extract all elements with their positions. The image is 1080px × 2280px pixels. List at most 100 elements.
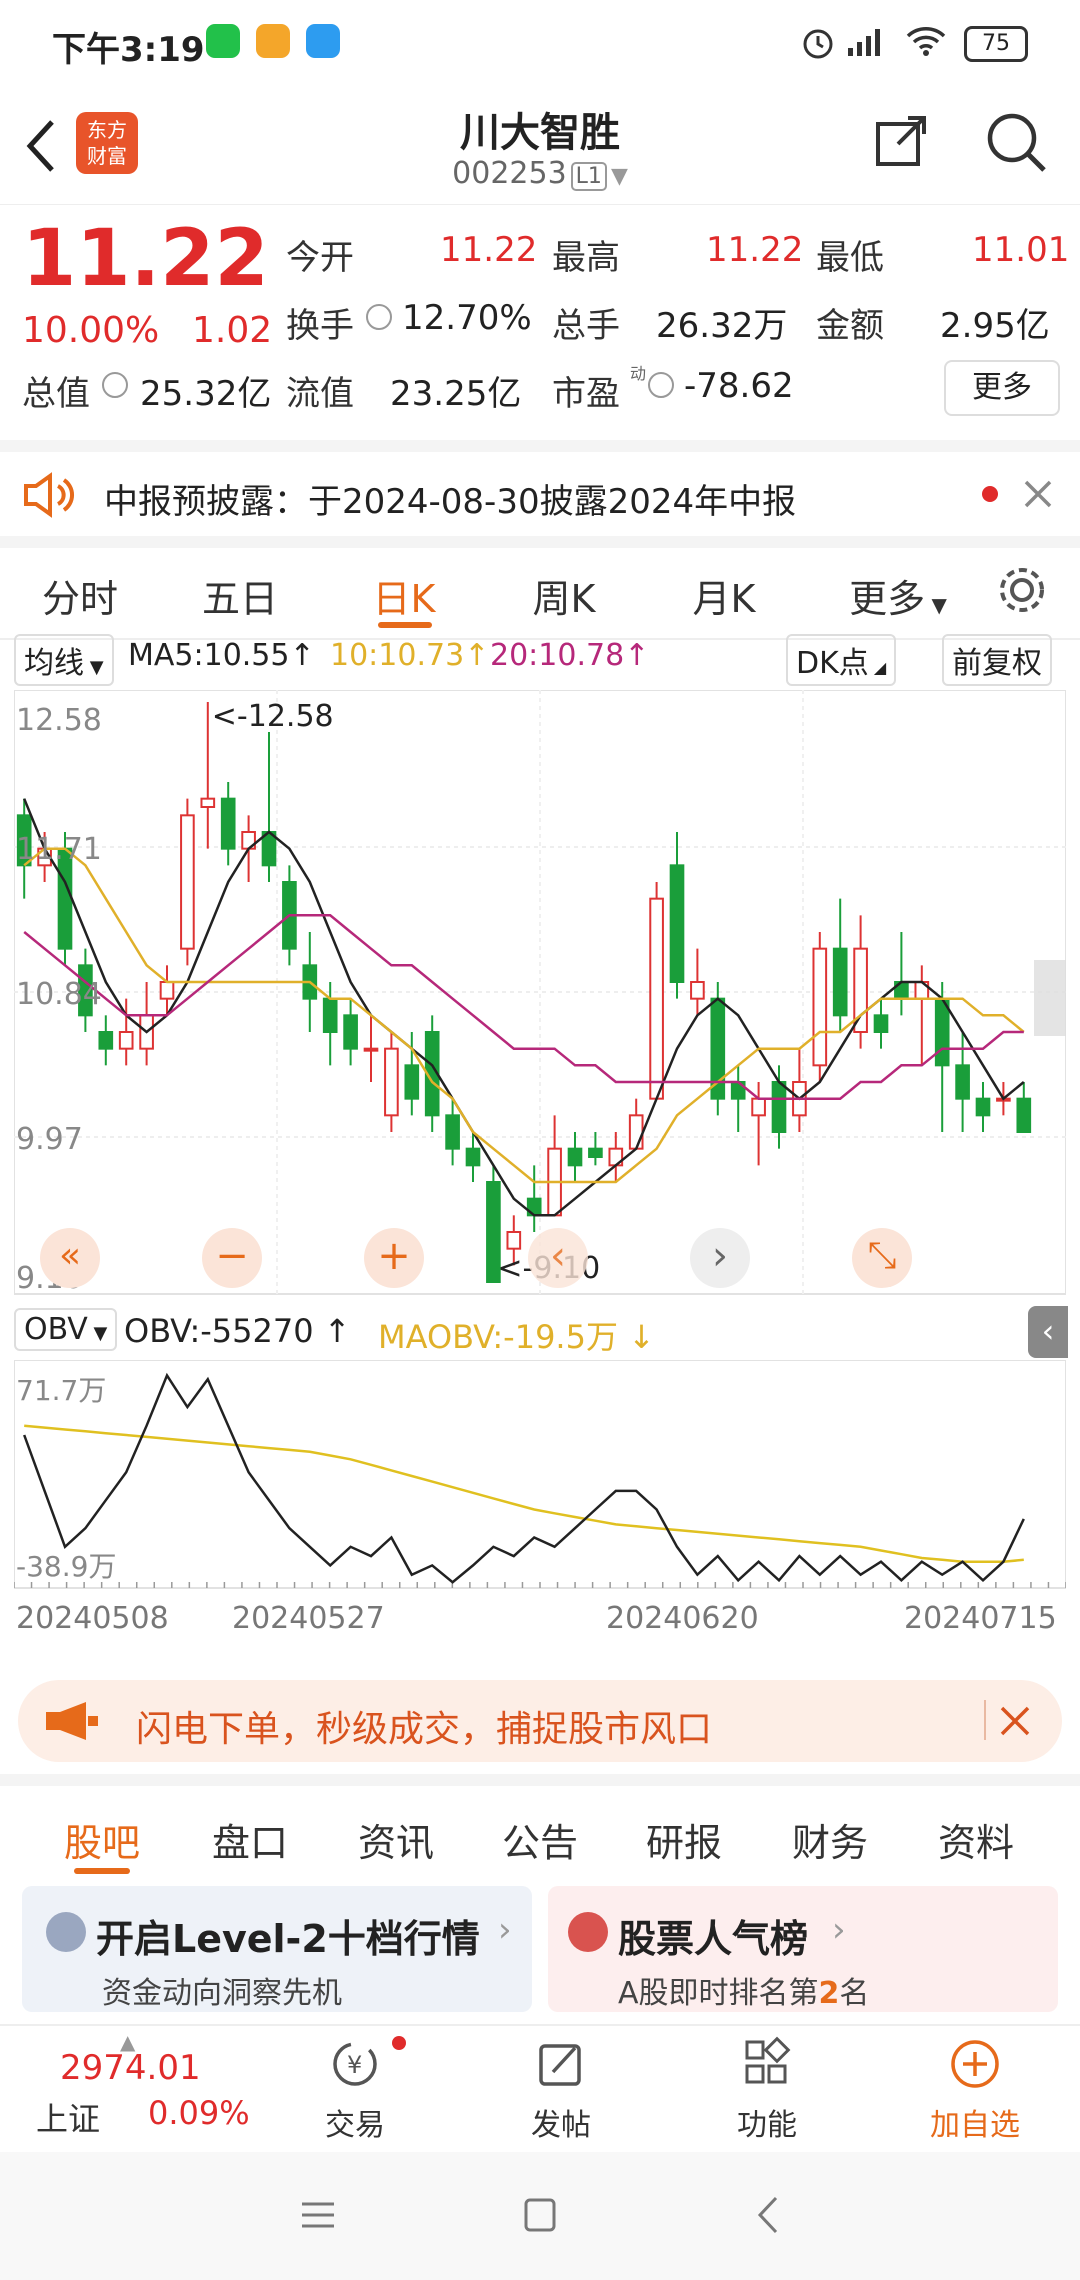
chevron-right-icon: › <box>832 1910 846 1950</box>
zoom-in-button[interactable]: + <box>364 1228 424 1288</box>
signal-icon <box>848 29 880 56</box>
more-button[interactable]: 更多 <box>944 360 1060 416</box>
notice-text: 中报预披露：于2024-08-30披露2024年中报 <box>104 482 797 522</box>
obv-line <box>23 1372 1025 1584</box>
adjust-select[interactable]: 前复权 <box>942 634 1052 686</box>
candle <box>873 998 889 1049</box>
trade-icon: ¥ <box>333 2042 377 2086</box>
x-date-label: 20240715 <box>904 1601 1057 1636</box>
zoom-out-button[interactable]: − <box>202 1228 262 1288</box>
nav-post-label: 发帖 <box>531 2108 591 2143</box>
gear-icon[interactable] <box>996 564 1048 616</box>
obv-readout: OBV:-55270 ↑ <box>124 1312 351 1350</box>
tab-daily-k[interactable]: 日K <box>324 568 484 623</box>
tab-five-day[interactable]: 五日 <box>160 568 320 623</box>
tab-announcements[interactable]: 公告 <box>470 1812 610 1867</box>
obv-y-tick: 71.7万 <box>16 1374 106 1407</box>
back-nav-icon[interactable] <box>752 2194 782 2236</box>
caret-icon: ◢ <box>868 658 887 677</box>
popularity-card[interactable]: 股票人气榜 › A股即时排名第2名 <box>548 1886 1058 2012</box>
scroll-handle[interactable] <box>1034 960 1066 1036</box>
mktcap-value: 25.32亿 <box>140 374 272 414</box>
tab-order-book[interactable]: 盘口 <box>180 1812 320 1867</box>
candle <box>853 915 868 1049</box>
megaphone-icon <box>46 1702 98 1740</box>
info-icon[interactable] <box>366 304 392 330</box>
ma20-value: 20:10.78 <box>490 638 625 673</box>
candle <box>649 882 664 1100</box>
notice-bar[interactable]: 中报预披露：于2024-08-30披露2024年中报 <box>0 440 1080 540</box>
home-icon[interactable] <box>522 2196 558 2234</box>
close-icon[interactable] <box>998 1704 1032 1738</box>
ma10-value: 10:10.73 <box>330 638 465 673</box>
search-icon[interactable] <box>984 110 1048 174</box>
up-arrow-icon: ↑ <box>313 1312 351 1350</box>
change-percent: 10.00% <box>22 310 160 351</box>
ma-select[interactable]: 均线 ▼ <box>14 634 114 686</box>
share-icon[interactable] <box>874 112 930 168</box>
collapse-icon[interactable]: ‹ <box>1028 1306 1068 1358</box>
caret-down-icon[interactable]: ▼ <box>611 164 628 189</box>
level2-title: 开启Level-2十档行情 <box>96 1917 480 1961</box>
dk-select[interactable]: DK点 ◢ <box>786 634 897 686</box>
candle <box>343 998 358 1066</box>
prev-button[interactable]: « <box>40 1228 100 1288</box>
tab-intraday[interactable]: 分时 <box>0 568 160 623</box>
obv-grid <box>14 1360 1066 1589</box>
divider <box>984 1700 986 1740</box>
obv-select[interactable]: OBV ▼ <box>14 1308 118 1351</box>
index-value[interactable]: 2974.01 <box>60 2048 201 2088</box>
tab-research[interactable]: 研报 <box>614 1812 754 1867</box>
speaker-icon <box>24 472 74 518</box>
open-value: 11.22 <box>440 230 538 270</box>
info-icon[interactable] <box>648 372 674 398</box>
tab-monthly-k[interactable]: 月K <box>644 568 804 623</box>
dk-label: DK点 <box>796 646 869 681</box>
low-label: 最低 <box>816 238 884 278</box>
ma-select-label: 均线 <box>24 646 84 681</box>
popularity-title: 股票人气榜 <box>618 1917 809 1961</box>
nav-trade[interactable]: ¥ 交易 <box>280 2036 430 2144</box>
tab-financials[interactable]: 财务 <box>760 1812 900 1867</box>
scroll-left-button[interactable]: ‹ <box>528 1228 588 1288</box>
chevron-right-icon: › <box>498 1910 512 1950</box>
index-name[interactable]: 上证 <box>36 2094 100 2140</box>
close-icon[interactable] <box>1022 478 1054 510</box>
tab-news[interactable]: 资讯 <box>326 1812 466 1867</box>
level2-card[interactable]: 开启Level-2十档行情 › 资金动向洞察先机 <box>22 1886 532 2012</box>
status-bar: 下午3:19 75 <box>0 0 1080 86</box>
tab-profile[interactable]: 资料 <box>906 1812 1046 1867</box>
tab-forum[interactable]: 股吧 <box>32 1812 172 1867</box>
tab-weekly-k[interactable]: 周K <box>484 568 644 623</box>
scroll-right-button[interactable]: › <box>690 1228 750 1288</box>
index-pct[interactable]: 0.09% <box>148 2094 250 2132</box>
promo-banner[interactable]: 闪电下单，秒级成交，捕捉股市风口 <box>18 1680 1062 1762</box>
candle <box>567 1132 583 1182</box>
change-amount: 1.02 <box>192 310 273 351</box>
nav-add-label: 加自选 <box>930 2108 1020 2143</box>
candle <box>690 948 705 1016</box>
grid-icon <box>745 2036 791 2084</box>
candle <box>669 832 685 999</box>
expand-button[interactable]: ⤡ <box>852 1228 912 1288</box>
info-icon[interactable] <box>102 372 128 398</box>
popularity-sub-post: 名 <box>839 1976 870 2011</box>
wechat-icon <box>206 24 240 58</box>
tab-more[interactable]: 更多 ▼ <box>818 568 978 623</box>
tab-more-label: 更多 <box>849 577 926 621</box>
alarm-icon <box>803 29 833 59</box>
notification-dot <box>392 2036 406 2050</box>
y-tick-label: 9.97 <box>16 1122 83 1157</box>
bottom-navbar: ▲ 2974.01 上证 0.09% ¥ 交易 发帖 功能 加自选 <box>0 2024 1080 2154</box>
candle <box>98 1015 114 1066</box>
high-label: 最高 <box>552 238 620 278</box>
max-annotation: <-12.58 <box>212 699 334 734</box>
nav-post[interactable]: 发帖 <box>486 2036 636 2144</box>
nav-add-watchlist[interactable]: 加自选 <box>900 2036 1050 2144</box>
candlestick-chart[interactable]: 12.5811.7110.849.979.10 <-12.58 <-9.10 <box>14 690 1066 1302</box>
ma10-readout: 10:10.73↑ <box>330 638 489 673</box>
nav-functions[interactable]: 功能 <box>692 2036 842 2144</box>
menu-icon[interactable] <box>298 2198 338 2232</box>
ma-line <box>23 798 1025 1217</box>
obv-chart[interactable]: 71.7万-38.9万 20240508 20240527 20240620 2024… <box>14 1360 1066 1660</box>
